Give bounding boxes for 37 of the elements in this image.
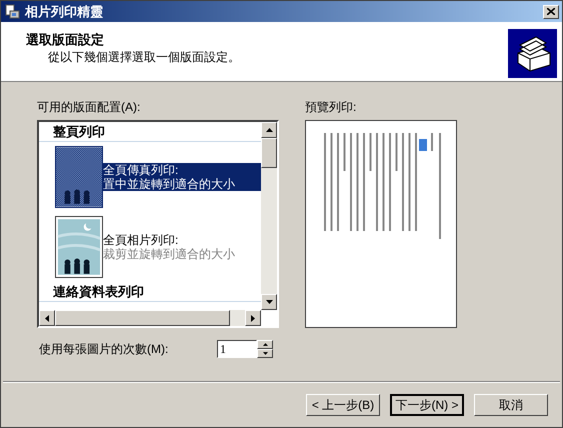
copies-label: 使用每張圖片的次數(M): [38, 341, 170, 358]
close-icon [547, 8, 555, 15]
layouts-list[interactable]: 整頁列印 全頁傳真列印: 置中並旋轉到適合的大小 全頁相片列印: 裁剪並旋轉到適合的大小 連絡資料表列印 [37, 120, 279, 328]
left-arrow-icon [45, 314, 49, 322]
window-title: 相片列印精靈 [25, 2, 104, 21]
up-arrow-icon [266, 128, 272, 132]
wizard-button[interactable]: < 上一步(B) [306, 394, 380, 416]
scroll-up-button[interactable] [261, 122, 277, 138]
layout-option[interactable]: 全頁傳真列印: 置中並旋轉到適合的大小 [103, 163, 261, 191]
close-button[interactable] [543, 4, 559, 18]
spin-down-button[interactable] [257, 349, 273, 358]
photo-placeholder [55, 216, 103, 278]
up-arrow-icon [262, 343, 268, 346]
scroll-down-button[interactable] [261, 294, 277, 310]
layouts-label: 可用的版面配置(A): [37, 99, 142, 116]
down-arrow-icon [262, 352, 268, 355]
printer-logo-icon [508, 29, 557, 78]
scroll-thumb[interactable] [261, 138, 277, 168]
scroll-thumb[interactable] [55, 310, 230, 326]
copies-spinner[interactable]: 1 [217, 340, 273, 358]
wizard-button[interactable]: 取消 [474, 394, 548, 416]
scroll-left-button[interactable] [39, 310, 55, 326]
page-title: 選取版面設定 [26, 32, 105, 48]
group-heading: 整頁列印 [39, 122, 261, 142]
wizard-button[interactable]: 下一步(N) > [390, 394, 464, 416]
copies-field[interactable]: 1 [217, 340, 257, 358]
fax-image-icon [55, 146, 103, 208]
right-arrow-icon [251, 314, 255, 322]
group-heading: 連絡資料表列印 [39, 282, 261, 302]
page-subtitle: 從以下幾個選擇選取一個版面設定。 [47, 49, 241, 66]
scroll-right-button[interactable] [245, 310, 261, 326]
spin-up-button[interactable] [257, 340, 273, 349]
layout-option[interactable]: 全頁相片列印: 裁剪並旋轉到適合的大小 [103, 233, 261, 261]
down-arrow-icon [266, 300, 272, 304]
horizontal-scrollbar[interactable] [39, 310, 261, 326]
preview-label: 預覽列印: [305, 99, 358, 116]
vertical-scrollbar[interactable] [261, 122, 277, 310]
